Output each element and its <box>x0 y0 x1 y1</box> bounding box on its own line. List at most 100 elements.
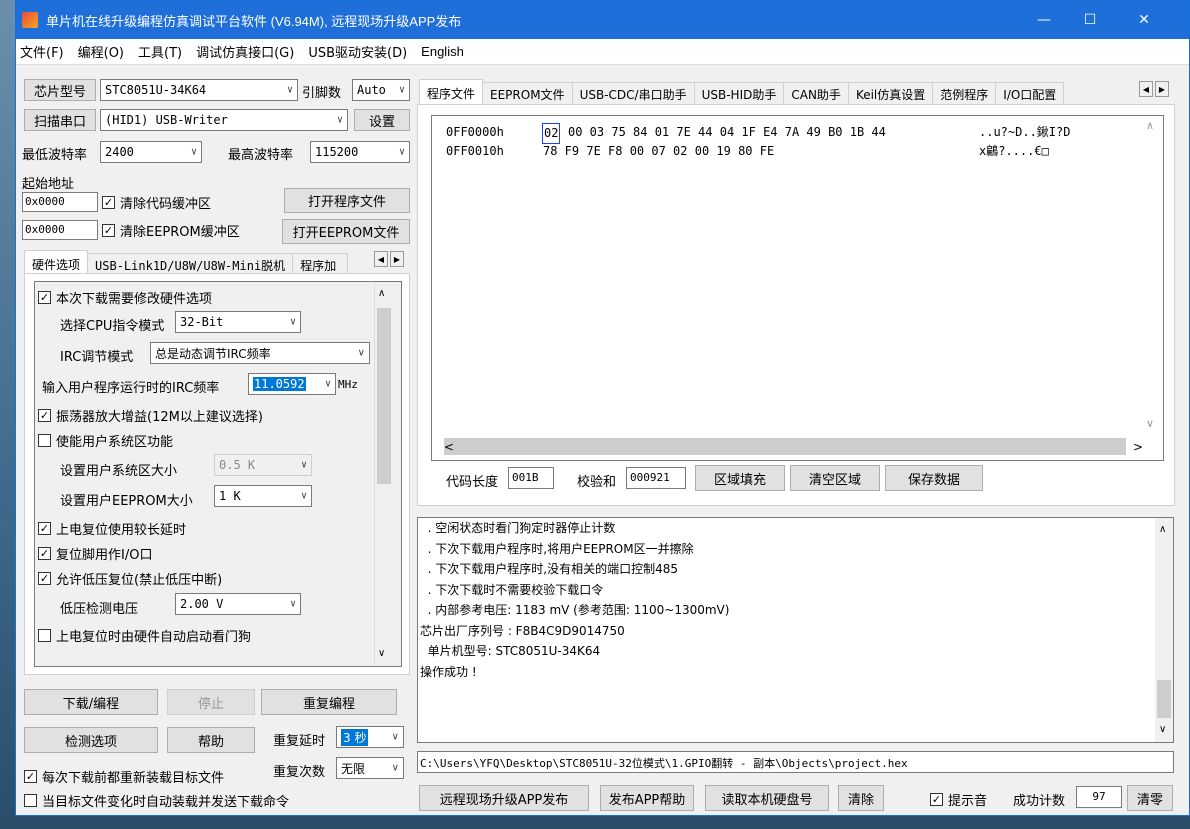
tab-scroll-left-icon[interactable]: ◀ <box>374 251 388 267</box>
watchdog-checkbox[interactable]: 上电复位时由硬件自动启动看门狗 <box>38 626 251 645</box>
tab-io-config[interactable]: I/O口配置 <box>995 82 1065 106</box>
tab-usb-cdc[interactable]: USB-CDC/串口助手 <box>571 82 695 106</box>
success-count-value: 97 <box>1076 786 1122 808</box>
sound-checkbox[interactable]: ✓ 提示音 <box>930 790 987 809</box>
check-icon: ✓ <box>38 522 51 535</box>
hex-bytes: 78 F9 7E F8 00 07 02 00 19 80 FE <box>543 144 775 158</box>
log-scrollbar[interactable]: ∧ ∨ <box>1155 518 1173 742</box>
osc-gain-checkbox[interactable]: ✓ 振荡器放大增益(12M以上建议选择) <box>38 406 263 425</box>
save-data-button[interactable]: 保存数据 <box>885 465 983 491</box>
hex-row[interactable]: 0FF0000h 02 00 03 75 84 01 7E 44 04 1F E… <box>446 123 1146 144</box>
tab-keil[interactable]: Keil仿真设置 <box>847 82 934 106</box>
start-address-input-2[interactable]: 0x0000 <box>22 220 98 240</box>
reset-io-checkbox[interactable]: ✓ 复位脚用作I/O口 <box>38 544 152 563</box>
clear-code-checkbox[interactable]: ✓ 清除代码缓冲区 <box>102 193 211 212</box>
chevron-down-icon: ∨ <box>398 146 405 158</box>
tab-usb-hid[interactable]: USB-HID助手 <box>693 82 785 106</box>
checkbox-empty-icon <box>38 434 51 447</box>
menu-tools[interactable]: 工具(T) <box>138 42 182 61</box>
irc-mode-select[interactable]: 总是动态调节IRC频率 ∨ <box>150 342 370 364</box>
hex-row[interactable]: 0FF0010h 78 F9 7E F8 00 07 02 00 19 80 F… <box>446 142 1146 161</box>
help-button[interactable]: 帮助 <box>167 727 255 753</box>
hex-hscroll-thumb[interactable] <box>444 438 1126 455</box>
chevron-up-icon[interactable]: ∧ <box>1159 524 1166 535</box>
download-button[interactable]: 下载/编程 <box>24 689 158 715</box>
reset-io-label: 复位脚用作I/O口 <box>56 548 153 563</box>
irc-freq-select[interactable]: 11.0592 ∨ <box>248 373 336 395</box>
repeat-program-button[interactable]: 重复编程 <box>261 689 397 715</box>
long-delay-checkbox[interactable]: ✓ 上电复位使用较长延时 <box>38 519 186 538</box>
tab-examples[interactable]: 范例程序 <box>932 82 997 106</box>
check-icon: ✓ <box>38 572 51 585</box>
low-volt-value: 2.00 V <box>180 597 224 611</box>
settings-button[interactable]: 设置 <box>354 109 410 131</box>
clear-area-button[interactable]: 清空区域 <box>790 465 880 491</box>
osc-gain-label: 振荡器放大增益(12M以上建议选择) <box>56 410 263 425</box>
eeprom-size-select[interactable]: 1 K ∨ <box>214 485 312 507</box>
menu-english[interactable]: English <box>421 44 464 59</box>
chevron-down-icon[interactable]: ∨ <box>1159 724 1166 735</box>
tab-program-file[interactable]: 程序文件 <box>419 79 484 106</box>
clear-eeprom-checkbox[interactable]: ✓ 清除EEPROM缓冲区 <box>102 221 240 240</box>
close-button[interactable]: ✕ <box>1121 1 1167 39</box>
tab-scroll-left-icon[interactable]: ◀ <box>1139 81 1153 97</box>
chip-model-button[interactable]: 芯片型号 <box>24 79 96 101</box>
fill-area-button[interactable]: 区域填充 <box>695 465 785 491</box>
chevron-up-icon[interactable]: ∧ <box>1146 119 1154 132</box>
chevron-left-icon[interactable]: < <box>444 440 454 454</box>
tab-scroll-right-icon[interactable]: ▶ <box>1155 81 1169 97</box>
start-address-input-1[interactable]: 0x0000 <box>22 192 98 212</box>
hardware-scrollbar[interactable]: ∧ ∨ <box>374 282 392 666</box>
check-options-button[interactable]: 检测选项 <box>24 727 158 753</box>
title-bar: 单片机在线升级编程仿真调试平台软件 (V6.94M), 远程现场升级APP发布 … <box>16 1 1189 39</box>
open-program-button[interactable]: 打开程序文件 <box>284 188 410 213</box>
repeat-count-select[interactable]: 无限 ∨ <box>336 757 404 779</box>
low-volt-reset-label: 允许低压复位(禁止低压中断) <box>56 573 223 588</box>
chip-model-select[interactable]: STC8051U-34K64 ∨ <box>100 79 298 101</box>
min-baud-select[interactable]: 2400 ∨ <box>100 141 202 163</box>
chevron-right-icon[interactable]: > <box>1133 440 1143 454</box>
reset-count-button[interactable]: 清零 <box>1127 785 1173 811</box>
pins-select[interactable]: Auto ∨ <box>352 79 410 101</box>
auto-reload-checkbox[interactable]: 当目标文件变化时自动装载并发送下载命令 <box>24 791 289 810</box>
file-path-field[interactable]: C:\Users\YFQ\Desktop\STC8051U-32位模式\1.GP… <box>417 751 1174 773</box>
menu-usb-driver[interactable]: USB驱动安装(D) <box>308 42 407 61</box>
log-panel[interactable]: . 空闲状态时看门狗定时器停止计数 . 下次下载用户程序时,将用户EEPROM区… <box>417 517 1174 743</box>
repeat-delay-select[interactable]: 3 秒 ∨ <box>336 726 404 748</box>
maximize-button[interactable]: ☐ <box>1067 1 1113 39</box>
tab-eeprom-file[interactable]: EEPROM文件 <box>482 82 573 106</box>
tab-scroll-right-icon[interactable]: ▶ <box>390 251 404 267</box>
low-volt-select[interactable]: 2.00 V ∨ <box>175 593 301 615</box>
max-baud-select[interactable]: 115200 ∨ <box>310 141 410 163</box>
scan-port-button[interactable]: 扫描串口 <box>24 109 96 131</box>
stop-button[interactable]: 停止 <box>167 689 255 715</box>
irc-mode-label: IRC调节模式 <box>60 350 134 365</box>
chevron-down-icon[interactable]: ∨ <box>1146 417 1154 430</box>
reload-checkbox[interactable]: ✓ 每次下载前都重新装载目标文件 <box>24 767 224 786</box>
modify-hardware-checkbox[interactable]: ✓ 本次下载需要修改硬件选项 <box>38 288 212 307</box>
cpu-mode-select[interactable]: 32-Bit ∨ <box>175 311 301 333</box>
publish-help-button[interactable]: 发布APP帮助 <box>600 785 694 811</box>
user-sys-checkbox[interactable]: 使能用户系统区功能 <box>38 431 173 450</box>
menu-file[interactable]: 文件(F) <box>20 42 64 61</box>
port-select[interactable]: (HID1) USB-Writer ∨ <box>100 109 348 131</box>
menu-program[interactable]: 编程(O) <box>78 42 124 61</box>
chip-model-value: STC8051U-34K64 <box>105 83 207 97</box>
open-eeprom-button[interactable]: 打开EEPROM文件 <box>282 219 410 244</box>
scroll-thumb[interactable] <box>377 308 391 484</box>
clear-log-button[interactable]: 清除 <box>838 785 884 811</box>
repeat-count-label: 重复次数 <box>273 765 326 780</box>
read-disk-button[interactable]: 读取本机硬盘号 <box>705 785 829 811</box>
hex-view[interactable] <box>431 115 1164 461</box>
minimize-button[interactable]: — <box>1021 1 1067 39</box>
chevron-down-icon[interactable]: ∨ <box>378 648 385 659</box>
low-volt-reset-checkbox[interactable]: ✓ 允许低压复位(禁止低压中断) <box>38 569 222 588</box>
sys-size-select[interactable]: 0.5 K ∨ <box>214 454 312 476</box>
menu-debug[interactable]: 调试仿真接口(G) <box>196 42 294 61</box>
remote-upgrade-button[interactable]: 远程现场升级APP发布 <box>419 785 589 811</box>
chevron-up-icon[interactable]: ∧ <box>378 288 385 299</box>
tab-can[interactable]: CAN助手 <box>783 82 849 106</box>
scroll-thumb[interactable] <box>1157 680 1171 718</box>
hex-cursor-byte[interactable]: 02 <box>542 123 561 144</box>
menu-bar: 文件(F) 编程(O) 工具(T) 调试仿真接口(G) USB驱动安装(D) E… <box>16 39 1189 65</box>
